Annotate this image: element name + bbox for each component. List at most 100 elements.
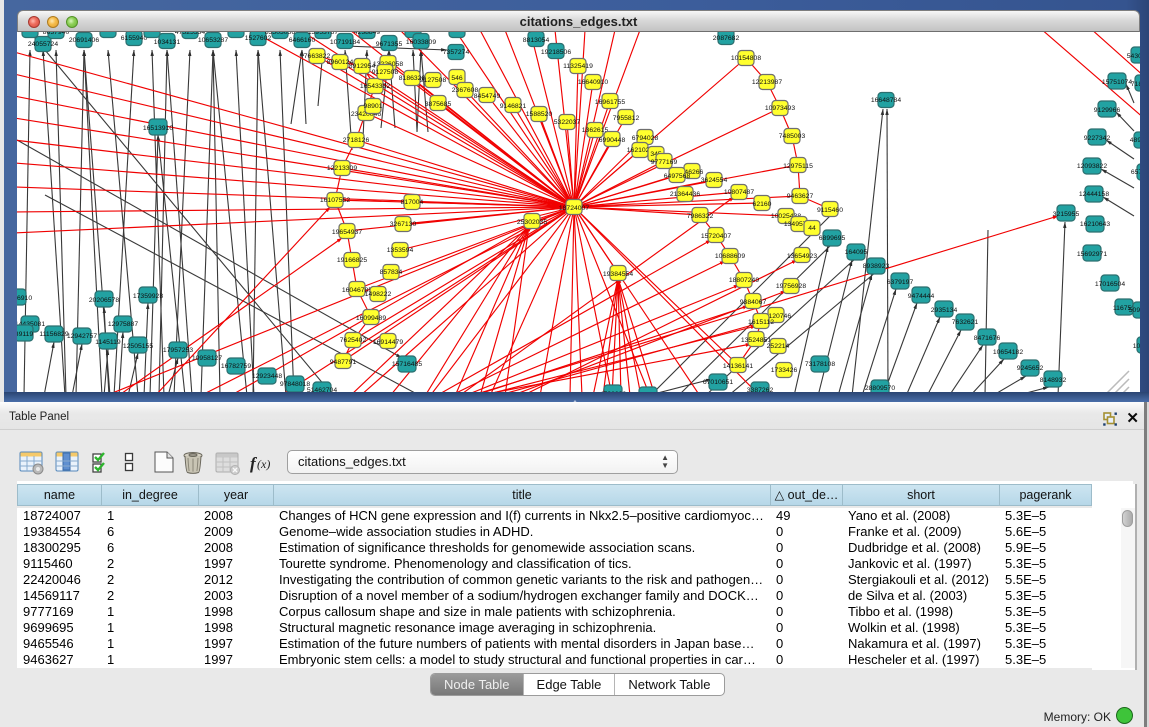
svg-text:7182278: 7182278 (1131, 81, 1140, 88)
svg-text:1527602: 1527602 (245, 35, 272, 42)
svg-text:25266910: 25266910 (17, 295, 32, 302)
svg-text:18724007: 18724007 (559, 205, 589, 212)
svg-text:11325419: 11325419 (563, 63, 593, 70)
svg-text:15720407: 15720407 (701, 233, 731, 240)
svg-text:16099489: 16099489 (356, 315, 386, 322)
svg-text:2718126: 2718126 (343, 137, 370, 144)
svg-text:10688609: 10688609 (715, 253, 745, 260)
svg-text:19218506: 19218506 (541, 49, 571, 56)
svg-text:83503056: 83503056 (265, 32, 295, 36)
svg-text:10958127: 10958127 (192, 355, 222, 362)
svg-text:6466160: 6466160 (289, 37, 316, 44)
svg-text:1498222: 1498222 (365, 291, 392, 298)
svg-text:67010651: 67010651 (703, 379, 733, 386)
svg-text:10154808: 10154808 (731, 55, 761, 62)
svg-text:3875685: 3875685 (425, 101, 452, 108)
svg-text:9146821: 9146821 (500, 103, 527, 110)
svg-text:7632621: 7632621 (952, 319, 979, 326)
svg-text:546: 546 (451, 75, 463, 82)
svg-text:8938923: 8938923 (863, 263, 890, 270)
svg-text:3624554: 3624554 (701, 177, 728, 184)
svg-text:9115460: 9115460 (817, 207, 843, 214)
svg-text:9129966: 9129966 (1094, 107, 1121, 114)
svg-text:16961755: 16961755 (595, 99, 625, 106)
svg-text:8454749: 8454749 (474, 93, 501, 100)
svg-text:9384067: 9384067 (740, 299, 767, 306)
svg-text:9227342: 9227342 (1084, 135, 1111, 142)
svg-text:6990448: 6990448 (599, 137, 626, 144)
svg-text:9127508: 9127508 (372, 69, 399, 76)
svg-text:11156829: 11156829 (39, 331, 68, 338)
svg-text:6794028: 6794028 (632, 135, 659, 142)
svg-text:12505155: 12505155 (123, 343, 153, 350)
svg-text:817004: 817004 (401, 199, 424, 206)
svg-text:12213309: 12213309 (327, 165, 357, 172)
svg-text:857834: 857834 (380, 269, 403, 276)
svg-text:16914479: 16914479 (373, 339, 403, 346)
svg-text:1733426: 1733426 (771, 367, 798, 374)
svg-text:252214: 252214 (767, 343, 790, 350)
svg-text:9671355: 9671355 (376, 41, 403, 48)
svg-text:51462704: 51462704 (307, 387, 337, 392)
svg-text:17016504: 17016504 (1095, 281, 1125, 288)
svg-text:18807249: 18807249 (729, 277, 759, 284)
svg-text:1031051: 1031051 (1133, 343, 1140, 350)
svg-text:6379197: 6379197 (887, 279, 914, 286)
svg-text:10807487: 10807487 (724, 189, 754, 196)
svg-text:3267130: 3267130 (390, 221, 417, 228)
svg-text:13953767: 13953767 (308, 32, 338, 36)
svg-text:7986322: 7986322 (687, 213, 714, 220)
svg-text:5322037: 5322037 (554, 119, 581, 126)
svg-text:1034131: 1034131 (154, 39, 181, 46)
svg-text:15751074: 15751074 (1102, 79, 1132, 86)
svg-text:10719184: 10719184 (330, 39, 360, 46)
svg-text:7357274: 7357274 (443, 49, 470, 56)
svg-text:19756928: 19756928 (776, 283, 806, 290)
svg-text:1588520: 1588520 (526, 111, 553, 118)
svg-text:39119: 39119 (17, 331, 33, 338)
svg-text:4738299: 4738299 (600, 391, 627, 392)
svg-text:5098393: 5098393 (1129, 307, 1140, 314)
svg-text:9245652: 9245652 (1017, 365, 1044, 372)
svg-text:16648784: 16648784 (871, 97, 901, 104)
svg-text:8471676: 8471676 (974, 335, 1001, 342)
svg-text:20691406: 20691406 (69, 37, 99, 44)
svg-text:13654923: 13654923 (787, 253, 817, 260)
svg-text:12213987: 12213987 (752, 79, 782, 86)
svg-text:8813054: 8813054 (523, 37, 550, 44)
svg-text:8148932: 8148932 (1040, 377, 1067, 384)
svg-text:19654937: 19654937 (332, 229, 362, 236)
svg-text:9127508: 9127508 (420, 77, 447, 84)
svg-text:12975115: 12975115 (783, 163, 813, 170)
svg-text:15716485: 15716485 (392, 361, 422, 368)
svg-text:25302035: 25302035 (517, 219, 547, 226)
svg-text:14136141: 14136141 (723, 363, 753, 370)
svg-text:73178108: 73178108 (805, 361, 835, 368)
svg-text:28809570: 28809570 (865, 385, 895, 392)
svg-text:16033809: 16033809 (406, 39, 436, 46)
svg-text:5430391: 5430391 (1127, 53, 1140, 60)
svg-text:20206578: 20206578 (89, 297, 119, 304)
svg-text:164095: 164095 (845, 249, 868, 256)
svg-text:16513910: 16513910 (143, 125, 173, 132)
svg-text:1226916: 1226916 (444, 32, 471, 34)
svg-text:62160: 62160 (753, 201, 772, 208)
svg-text:9463627: 9463627 (787, 193, 814, 200)
svg-text:21364436: 21364436 (670, 191, 700, 198)
svg-text:12093822: 12093822 (1077, 163, 1107, 170)
svg-text:2935134: 2935134 (931, 307, 958, 314)
svg-text:17359928: 17359928 (133, 293, 163, 300)
svg-text:10654182: 10654182 (993, 349, 1023, 356)
svg-text:65787133: 65787133 (1131, 169, 1140, 176)
svg-text:16543382: 16543382 (360, 83, 390, 90)
svg-text:16107552: 16107552 (320, 197, 350, 204)
svg-text:1353594: 1353594 (387, 247, 414, 254)
svg-text:6155940: 6155940 (121, 35, 148, 42)
svg-text:12975887: 12975887 (108, 321, 138, 328)
svg-text:44: 44 (808, 225, 816, 232)
svg-text:6899695: 6899695 (819, 235, 846, 242)
svg-text:3215955: 3215955 (1053, 211, 1080, 218)
svg-text:00133890: 00133890 (17, 32, 45, 34)
svg-text:(x): (x) (257, 457, 270, 471)
svg-text:7625402: 7625402 (340, 337, 367, 344)
